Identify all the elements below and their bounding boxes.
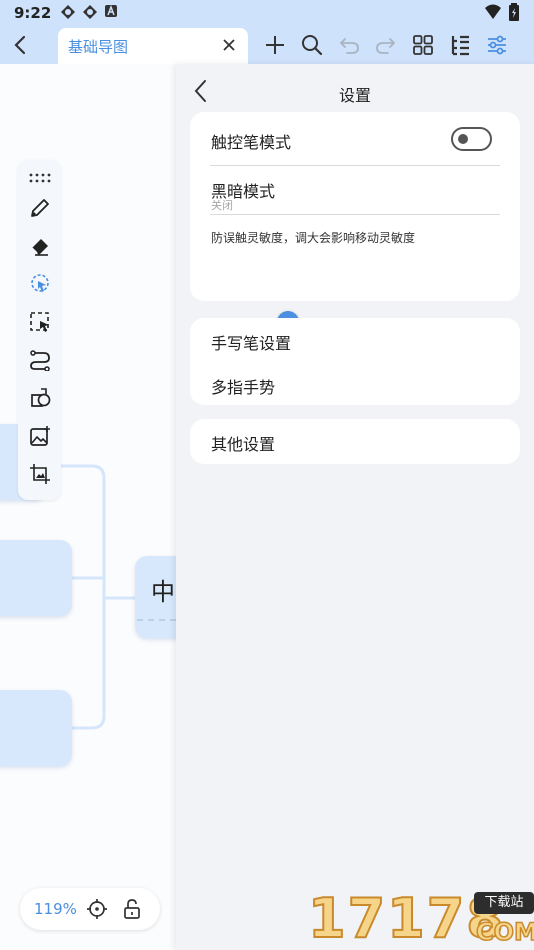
curve-connector-icon <box>30 350 50 371</box>
connector-tool-button[interactable] <box>26 346 54 374</box>
plus-icon <box>266 36 284 54</box>
back-button[interactable] <box>6 30 36 60</box>
box-select-icon <box>30 312 49 332</box>
search-icon <box>302 35 323 56</box>
stylus-mode-toggle[interactable] <box>451 127 492 151</box>
tab-title: 基础导图 <box>68 38 129 56</box>
settings-title: 设置 <box>338 86 371 105</box>
font-notification-icon <box>105 4 117 17</box>
crop-image-tool-button[interactable] <box>26 460 54 488</box>
redo-icon <box>376 38 396 54</box>
dark-mode-value: 关闭 <box>211 199 233 212</box>
settings-panel: 设置 触控笔模式 黑暗模式 关闭 防误触灵敏度，调大会影响移动灵敏度 手写笔设置… <box>176 64 534 950</box>
close-icon <box>223 39 235 51</box>
lasso-select-tool-button[interactable] <box>26 270 54 298</box>
undo-button[interactable] <box>334 30 364 60</box>
other-settings-item[interactable]: 其他设置 <box>211 431 275 455</box>
shapes-icon <box>31 388 51 407</box>
locate-center-icon[interactable] <box>86 898 108 920</box>
eraser-icon <box>31 239 48 256</box>
image-frame-icon <box>30 464 50 484</box>
zoom-level[interactable]: 119% <box>34 900 77 918</box>
status-system-icons <box>484 3 520 21</box>
settings-card-general: 触控笔模式 黑暗模式 关闭 防误触灵敏度，调大会影响移动灵敏度 <box>190 112 520 333</box>
stylus-mode-label: 触控笔模式 <box>211 133 292 152</box>
zoom-control: 119% <box>20 888 160 930</box>
pen-tool-button[interactable] <box>26 194 54 222</box>
wifi-icon <box>485 4 501 19</box>
mindmap-node[interactable] <box>0 540 72 616</box>
sliders-icon <box>488 35 506 55</box>
undo-icon <box>339 38 359 54</box>
watermark-badge: 下载站 <box>474 892 534 914</box>
central-node-text: 中 <box>151 578 175 606</box>
pen-settings-item[interactable]: 手写笔设置 <box>211 330 291 354</box>
eraser-tool-button[interactable] <box>26 232 54 260</box>
outline-button[interactable] <box>445 30 475 60</box>
redo-button[interactable] <box>371 30 401 60</box>
app-toolbar: 基础导图 <box>0 26 534 64</box>
unlock-icon[interactable] <box>121 898 143 920</box>
watermark-logo: 17178 下载站 COM <box>307 887 534 950</box>
outline-list-icon <box>451 35 469 56</box>
app-notification-icon <box>83 5 97 19</box>
tool-palette <box>18 160 61 500</box>
search-button[interactable] <box>297 30 327 60</box>
chevron-left-icon <box>14 35 26 55</box>
app-notification-icon <box>61 5 75 19</box>
lasso-select-icon <box>31 274 49 292</box>
status-time: 9:22 <box>14 4 52 22</box>
mindmap-node[interactable] <box>0 690 72 766</box>
image-add-icon <box>30 426 50 446</box>
divider <box>210 165 500 166</box>
box-select-tool-button[interactable] <box>26 308 54 336</box>
insert-image-tool-button[interactable] <box>26 422 54 450</box>
tab-close-button[interactable] <box>218 34 240 56</box>
grid-view-button[interactable] <box>408 30 438 60</box>
pencil-icon <box>31 199 49 217</box>
add-button[interactable] <box>260 30 290 60</box>
dots-handle-icon <box>29 173 51 183</box>
watermark-suffix: COM <box>475 917 534 947</box>
toggle-knob <box>458 134 468 144</box>
sensitivity-hint: 防误触灵敏度，调大会影响移动灵敏度 <box>211 231 416 245</box>
document-tab[interactable]: 基础导图 <box>58 28 248 64</box>
multi-finger-gestures-item[interactable]: 多指手势 <box>211 374 275 398</box>
node-dashed-line <box>137 619 181 621</box>
grid-icon <box>413 35 433 55</box>
settings-card-other: 其他设置 <box>190 419 520 464</box>
settings-button[interactable] <box>482 30 512 60</box>
settings-card-input: 手写笔设置 多指手势 <box>190 318 520 405</box>
shape-tool-button[interactable] <box>26 384 54 412</box>
battery-icon <box>509 3 519 21</box>
palette-drag-handle[interactable] <box>26 164 54 192</box>
status-notification-icons <box>60 4 118 20</box>
divider <box>210 214 500 215</box>
status-bar: 9:22 <box>0 0 534 26</box>
